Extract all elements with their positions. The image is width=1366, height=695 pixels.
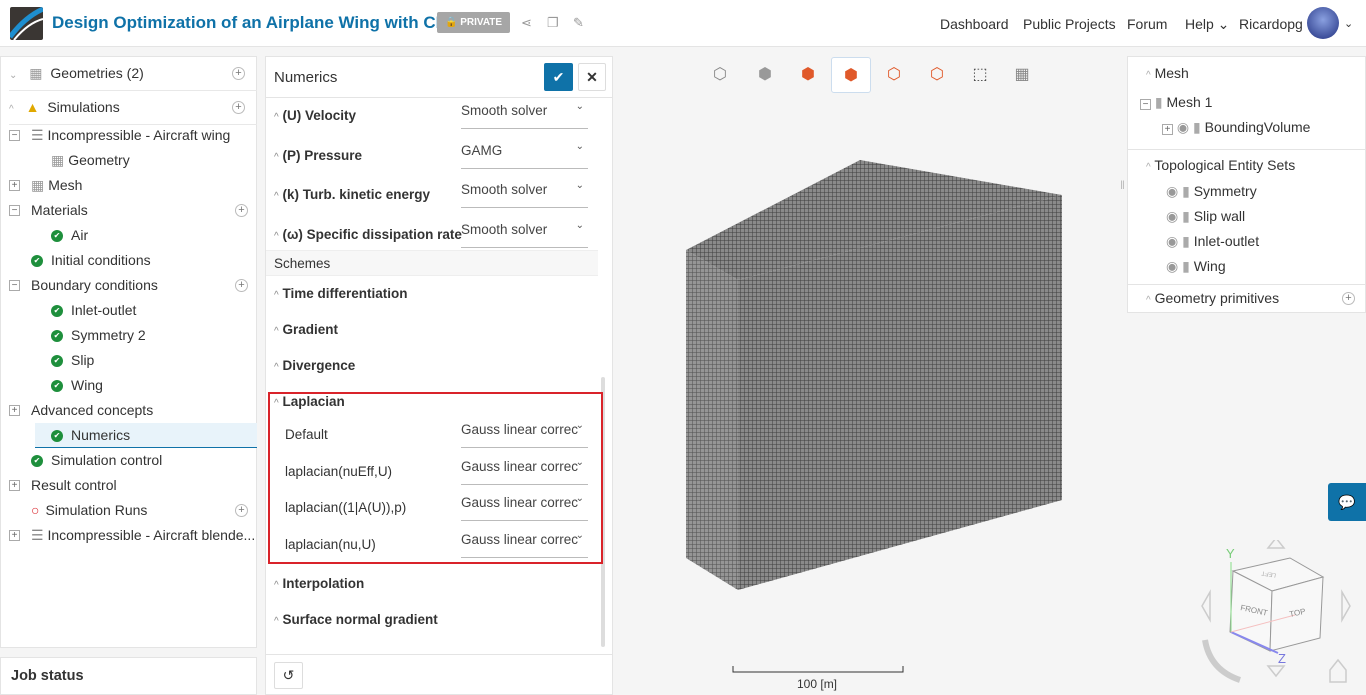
eye-icon: ◉ — [1176, 119, 1190, 135]
entity-set-item[interactable]: ◉ ▮ Wing — [1166, 258, 1226, 275]
entity-set-item[interactable]: ◉ ▮ Inlet-outlet — [1166, 233, 1259, 250]
tree-mesh-1[interactable]: − ▮ Mesh 1 — [1140, 94, 1212, 111]
face-set-icon: ▮ — [1182, 208, 1190, 224]
eye-icon[interactable]: ◉ — [1166, 258, 1178, 274]
face-set-icon: ▮ — [1182, 183, 1190, 199]
orbit-icon — [1202, 639, 1242, 683]
eye-icon[interactable]: ◉ — [1166, 208, 1178, 224]
eye-icon[interactable]: ◉ — [1166, 233, 1178, 249]
tree-bounding-volume[interactable]: + ◉ ▮ BoundingVolume — [1162, 119, 1310, 136]
scale-bar — [732, 666, 904, 673]
svg-text:Z: Z — [1278, 651, 1286, 666]
svg-text:Y: Y — [1226, 546, 1235, 561]
face-set-icon: ▮ — [1182, 233, 1190, 249]
tes-section-header[interactable]: ^ Topological Entity Sets — [1146, 157, 1295, 173]
scale-label: 100 [m] — [797, 677, 838, 691]
panel-resize-handle[interactable]: ‖ — [1120, 178, 1125, 192]
add-primitive-button[interactable]: + — [1342, 292, 1355, 305]
entity-set-item[interactable]: ◉ ▮ Slip wall — [1166, 208, 1245, 225]
eye-icon[interactable]: ◉ — [1166, 183, 1178, 199]
entity-set-item[interactable]: ◉ ▮ Symmetry — [1166, 183, 1257, 200]
mesh-section-header[interactable]: ^ Mesh — [1146, 65, 1189, 81]
view-cube[interactable]: Y Z FRONT TOP LEFT — [1190, 540, 1366, 695]
mesh-side-face — [686, 250, 738, 590]
home-icon — [1329, 658, 1347, 683]
scene-tree-panel: ^ Mesh − ▮ Mesh 1 + ◉ ▮ BoundingVolume ^… — [1127, 56, 1366, 313]
geometry-primitives-header[interactable]: ^ Geometry primitives — [1146, 290, 1279, 306]
chat-button[interactable]: 💬 — [1328, 483, 1366, 521]
face-set-icon: ▮ — [1182, 258, 1190, 274]
